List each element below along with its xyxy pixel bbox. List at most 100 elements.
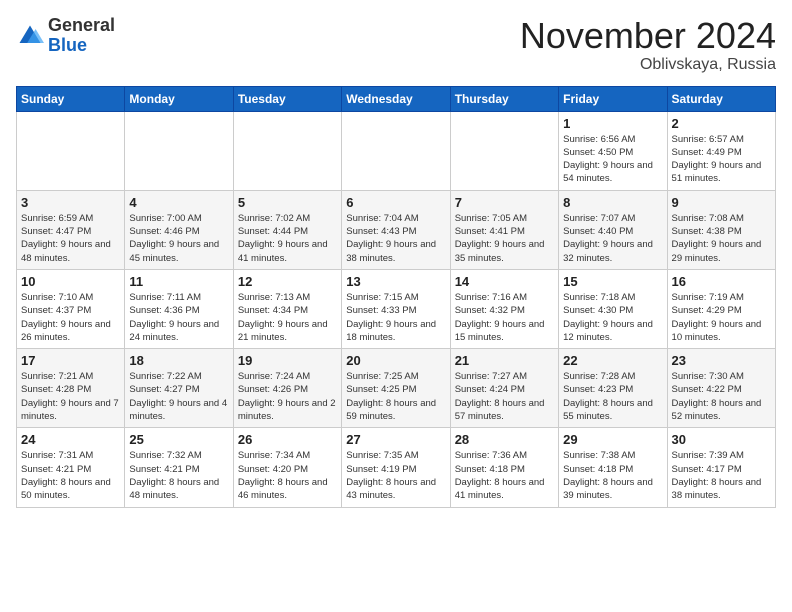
day-number: 14 xyxy=(455,274,554,289)
day-number: 19 xyxy=(238,353,337,368)
day-info: Sunrise: 7:38 AM Sunset: 4:18 PM Dayligh… xyxy=(563,449,662,502)
calendar-cell: 28 Sunrise: 7:36 AM Sunset: 4:18 PM Dayli… xyxy=(450,428,558,507)
day-info: Sunrise: 6:57 AM Sunset: 4:49 PM Dayligh… xyxy=(672,133,771,186)
calendar-cell xyxy=(125,111,233,190)
day-number: 30 xyxy=(672,432,771,447)
day-info: Sunrise: 7:32 AM Sunset: 4:21 PM Dayligh… xyxy=(129,449,228,502)
calendar-week-row: 3Sunrise: 6:59 AM Sunset: 4:47 PM Daylig… xyxy=(17,190,776,269)
day-info: Sunrise: 7:30 AM Sunset: 4:22 PM Dayligh… xyxy=(672,370,771,423)
day-number: 17 xyxy=(21,353,120,368)
calendar-cell: 17 Sunrise: 7:21 AM Sunset: 4:28 PM Dayli… xyxy=(17,349,125,428)
calendar-cell: 27 Sunrise: 7:35 AM Sunset: 4:19 PM Dayli… xyxy=(342,428,450,507)
calendar-cell: 8 Sunrise: 7:07 AM Sunset: 4:40 PM Daylig… xyxy=(559,190,667,269)
day-number: 7 xyxy=(455,195,554,210)
day-number: 28 xyxy=(455,432,554,447)
calendar-cell xyxy=(450,111,558,190)
calendar-cell: 15 Sunrise: 7:18 AM Sunset: 4:30 PM Dayli… xyxy=(559,269,667,348)
day-number: 27 xyxy=(346,432,445,447)
day-number: 21 xyxy=(455,353,554,368)
day-info: Sunrise: 7:11 AM Sunset: 4:36 PM Dayligh… xyxy=(129,291,228,344)
day-header: Thursday xyxy=(450,86,558,111)
day-info: Sunrise: 7:34 AM Sunset: 4:20 PM Dayligh… xyxy=(238,449,337,502)
day-info: Sunrise: 6:59 AM Sunset: 4:47 PM Dayligh… xyxy=(21,212,120,265)
day-info: Sunrise: 7:31 AM Sunset: 4:21 PM Dayligh… xyxy=(21,449,120,502)
calendar-cell: 13 Sunrise: 7:15 AM Sunset: 4:33 PM Dayli… xyxy=(342,269,450,348)
calendar-cell: 10Sunrise: 7:10 AM Sunset: 4:37 PM Dayli… xyxy=(17,269,125,348)
title-block: November 2024 Oblivskaya, Russia xyxy=(520,16,776,74)
day-info: Sunrise: 7:02 AM Sunset: 4:44 PM Dayligh… xyxy=(238,212,337,265)
day-info: Sunrise: 6:56 AM Sunset: 4:50 PM Dayligh… xyxy=(563,133,662,186)
logo-text: General Blue xyxy=(48,16,115,56)
calendar-cell: 24 Sunrise: 7:31 AM Sunset: 4:21 PM Dayli… xyxy=(17,428,125,507)
location-title: Oblivskaya, Russia xyxy=(520,56,776,74)
day-number: 8 xyxy=(563,195,662,210)
day-info: Sunrise: 7:04 AM Sunset: 4:43 PM Dayligh… xyxy=(346,212,445,265)
day-number: 5 xyxy=(238,195,337,210)
header: General Blue November 2024 Oblivskaya, R… xyxy=(16,16,776,74)
calendar-header-row: SundayMondayTuesdayWednesdayThursdayFrid… xyxy=(17,86,776,111)
day-info: Sunrise: 7:35 AM Sunset: 4:19 PM Dayligh… xyxy=(346,449,445,502)
day-info: Sunrise: 7:28 AM Sunset: 4:23 PM Dayligh… xyxy=(563,370,662,423)
calendar-cell: 11 Sunrise: 7:11 AM Sunset: 4:36 PM Dayli… xyxy=(125,269,233,348)
day-number: 22 xyxy=(563,353,662,368)
calendar-cell: 25Sunrise: 7:32 AM Sunset: 4:21 PM Dayli… xyxy=(125,428,233,507)
day-info: Sunrise: 7:19 AM Sunset: 4:29 PM Dayligh… xyxy=(672,291,771,344)
calendar-cell: 30 Sunrise: 7:39 AM Sunset: 4:17 PM Dayli… xyxy=(667,428,775,507)
day-info: Sunrise: 7:15 AM Sunset: 4:33 PM Dayligh… xyxy=(346,291,445,344)
calendar-cell xyxy=(233,111,341,190)
calendar: SundayMondayTuesdayWednesdayThursdayFrid… xyxy=(16,86,776,508)
calendar-cell: 7 Sunrise: 7:05 AM Sunset: 4:41 PM Daylig… xyxy=(450,190,558,269)
calendar-week-row: 17 Sunrise: 7:21 AM Sunset: 4:28 PM Dayli… xyxy=(17,349,776,428)
calendar-cell: 5 Sunrise: 7:02 AM Sunset: 4:44 PM Daylig… xyxy=(233,190,341,269)
day-number: 1 xyxy=(563,116,662,131)
day-number: 13 xyxy=(346,274,445,289)
calendar-cell: 21 Sunrise: 7:27 AM Sunset: 4:24 PM Dayli… xyxy=(450,349,558,428)
day-number: 9 xyxy=(672,195,771,210)
calendar-cell: 12 Sunrise: 7:13 AM Sunset: 4:34 PM Dayli… xyxy=(233,269,341,348)
day-number: 18 xyxy=(129,353,228,368)
calendar-cell: 1 Sunrise: 6:56 AM Sunset: 4:50 PM Daylig… xyxy=(559,111,667,190)
day-number: 12 xyxy=(238,274,337,289)
day-info: Sunrise: 7:27 AM Sunset: 4:24 PM Dayligh… xyxy=(455,370,554,423)
calendar-cell: 22 Sunrise: 7:28 AM Sunset: 4:23 PM Dayli… xyxy=(559,349,667,428)
calendar-cell: 6Sunrise: 7:04 AM Sunset: 4:43 PM Daylig… xyxy=(342,190,450,269)
day-header: Saturday xyxy=(667,86,775,111)
day-header: Friday xyxy=(559,86,667,111)
logo-blue-text: Blue xyxy=(48,36,115,56)
calendar-week-row: 1 Sunrise: 6:56 AM Sunset: 4:50 PM Daylig… xyxy=(17,111,776,190)
day-number: 24 xyxy=(21,432,120,447)
logo-general-text: General xyxy=(48,16,115,36)
day-header: Sunday xyxy=(17,86,125,111)
calendar-cell: 4Sunrise: 7:00 AM Sunset: 4:46 PM Daylig… xyxy=(125,190,233,269)
calendar-cell: 26Sunrise: 7:34 AM Sunset: 4:20 PM Dayli… xyxy=(233,428,341,507)
day-number: 20 xyxy=(346,353,445,368)
day-info: Sunrise: 7:13 AM Sunset: 4:34 PM Dayligh… xyxy=(238,291,337,344)
day-info: Sunrise: 7:22 AM Sunset: 4:27 PM Dayligh… xyxy=(129,370,228,423)
day-info: Sunrise: 7:05 AM Sunset: 4:41 PM Dayligh… xyxy=(455,212,554,265)
calendar-cell: 16 Sunrise: 7:19 AM Sunset: 4:29 PM Dayli… xyxy=(667,269,775,348)
day-number: 11 xyxy=(129,274,228,289)
day-info: Sunrise: 7:36 AM Sunset: 4:18 PM Dayligh… xyxy=(455,449,554,502)
day-number: 16 xyxy=(672,274,771,289)
day-info: Sunrise: 7:08 AM Sunset: 4:38 PM Dayligh… xyxy=(672,212,771,265)
calendar-week-row: 24 Sunrise: 7:31 AM Sunset: 4:21 PM Dayli… xyxy=(17,428,776,507)
day-info: Sunrise: 7:10 AM Sunset: 4:37 PM Dayligh… xyxy=(21,291,120,344)
day-number: 29 xyxy=(563,432,662,447)
day-header: Monday xyxy=(125,86,233,111)
day-info: Sunrise: 7:07 AM Sunset: 4:40 PM Dayligh… xyxy=(563,212,662,265)
day-info: Sunrise: 7:39 AM Sunset: 4:17 PM Dayligh… xyxy=(672,449,771,502)
day-info: Sunrise: 7:21 AM Sunset: 4:28 PM Dayligh… xyxy=(21,370,120,423)
day-info: Sunrise: 7:18 AM Sunset: 4:30 PM Dayligh… xyxy=(563,291,662,344)
calendar-cell: 14Sunrise: 7:16 AM Sunset: 4:32 PM Dayli… xyxy=(450,269,558,348)
logo: General Blue xyxy=(16,16,115,56)
logo-icon xyxy=(16,22,44,50)
month-title: November 2024 xyxy=(520,16,776,56)
calendar-cell: 19 Sunrise: 7:24 AM Sunset: 4:26 PM Dayli… xyxy=(233,349,341,428)
day-number: 15 xyxy=(563,274,662,289)
day-header: Tuesday xyxy=(233,86,341,111)
calendar-cell: 29 Sunrise: 7:38 AM Sunset: 4:18 PM Dayli… xyxy=(559,428,667,507)
calendar-cell: 9 Sunrise: 7:08 AM Sunset: 4:38 PM Daylig… xyxy=(667,190,775,269)
calendar-week-row: 10Sunrise: 7:10 AM Sunset: 4:37 PM Dayli… xyxy=(17,269,776,348)
day-info: Sunrise: 7:24 AM Sunset: 4:26 PM Dayligh… xyxy=(238,370,337,423)
day-info: Sunrise: 7:25 AM Sunset: 4:25 PM Dayligh… xyxy=(346,370,445,423)
